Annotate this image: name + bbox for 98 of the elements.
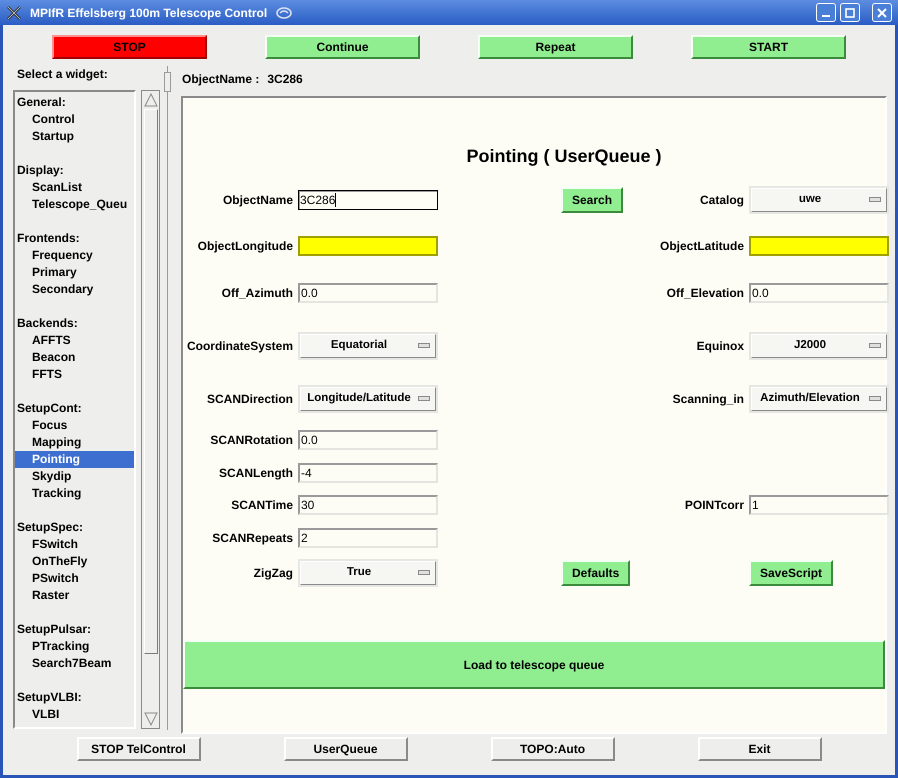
input-field[interactable] <box>749 236 889 256</box>
list-group-header: SetupCont: <box>16 400 83 417</box>
input-field[interactable]: 0.0 <box>298 282 438 302</box>
input-field[interactable]: 0.0 <box>298 430 438 450</box>
dropdown-indicator-icon <box>869 197 881 202</box>
splitter-handle[interactable] <box>164 72 171 92</box>
action-button[interactable]: Exit <box>698 737 822 761</box>
list-group-header: Display: <box>16 162 65 179</box>
field-label: CoordinateSystem <box>186 338 293 355</box>
list-item[interactable]: Startup <box>15 128 134 145</box>
list-item[interactable]: Pointing <box>15 451 134 468</box>
close-button[interactable] <box>872 3 892 22</box>
field-label: SCANTime <box>230 497 293 514</box>
sidebar-title: Select a widget: <box>17 66 109 83</box>
list-item[interactable]: Telescope_Queu <box>15 196 134 213</box>
field-label: ObjectLongitude <box>196 238 293 254</box>
action-button[interactable]: Continue <box>265 35 420 59</box>
list-item[interactable]: Secondary <box>15 281 134 298</box>
list-group-header: SetupPulsar: <box>16 621 92 638</box>
list-group-header: Backends: <box>16 315 79 332</box>
input-field[interactable]: 2 <box>298 528 438 548</box>
list-item[interactable]: FSwitch <box>15 536 134 553</box>
dropdown-indicator-icon <box>869 396 881 401</box>
list-item[interactable]: Skydip <box>15 468 134 485</box>
input-field[interactable]: 1 <box>749 495 889 515</box>
dropdown[interactable]: Longitude/Latitude <box>298 385 438 413</box>
field-label: SCANRepeats <box>211 530 293 547</box>
list-item[interactable]: VLBI <box>15 706 134 723</box>
input-field[interactable]: 3C286 <box>298 190 438 210</box>
field-label: ZigZag <box>252 565 293 582</box>
app-icon <box>6 4 22 20</box>
dropdown[interactable]: uwe <box>749 186 889 214</box>
action-button[interactable]: START <box>691 35 846 59</box>
form-button[interactable]: Search <box>561 187 624 213</box>
window-title: MPIfR Effelsberg 100m Telescope Control <box>30 4 268 22</box>
list-group-header: SetupVLBI: <box>16 689 83 706</box>
dropdown[interactable]: Equatorial <box>298 332 438 360</box>
stop-button[interactable]: STOP <box>52 35 207 59</box>
list-item[interactable]: Search7Beam <box>15 655 134 672</box>
field-label: SCANRotation <box>209 432 293 449</box>
list-item[interactable]: Mapping <box>15 434 134 451</box>
scrollbar-thumb[interactable] <box>144 109 158 654</box>
list-item[interactable]: AFFTS <box>15 332 134 349</box>
field-label: SCANDirection <box>206 391 293 408</box>
field-label: Equinox <box>696 338 744 355</box>
list-item[interactable]: PTracking <box>15 638 134 655</box>
list-item[interactable]: Frequency <box>15 247 134 264</box>
field-label: Catalog <box>698 192 744 209</box>
field-label: ObjectName <box>222 192 293 209</box>
load-button[interactable]: Load to telescope queue <box>183 640 885 689</box>
action-button[interactable]: TOPO:Auto <box>490 737 614 761</box>
list-item[interactable]: Raster <box>15 587 134 604</box>
list-group-header: General: <box>16 94 67 111</box>
minimize-icon <box>822 14 830 16</box>
list-item[interactable]: Beacon <box>15 349 134 366</box>
dropdown[interactable]: Azimuth/Elevation <box>749 385 889 413</box>
action-button[interactable]: UserQueue <box>284 737 408 761</box>
field-label: Off_Elevation <box>666 284 744 302</box>
dropdown[interactable]: True <box>298 559 438 587</box>
input-field[interactable]: 30 <box>298 495 438 515</box>
up-arrow-icon[interactable] <box>144 93 158 107</box>
action-button[interactable]: STOP TelControl <box>76 737 200 761</box>
field-label: Off_Azimuth <box>220 284 293 302</box>
list-group-header: SetupSpec: <box>16 519 84 536</box>
maximize-icon <box>845 8 855 18</box>
list-item[interactable]: Tracking <box>15 485 134 502</box>
form-title: Pointing ( UserQueue ) <box>465 145 662 168</box>
input-field[interactable] <box>298 236 438 256</box>
list-item[interactable]: OnTheFly <box>15 553 134 570</box>
list-item[interactable]: Primary <box>15 264 134 281</box>
dropdown-indicator-icon <box>418 570 430 575</box>
list-item[interactable]: Focus <box>15 417 134 434</box>
form-button[interactable]: Defaults <box>561 560 630 586</box>
field-label: Scanning_in <box>672 391 744 408</box>
scrollbar[interactable] <box>141 90 160 729</box>
form-button[interactable]: SaveScript <box>749 560 834 586</box>
field-label: POINTcorr <box>684 497 744 514</box>
minimize-button[interactable] <box>816 3 836 22</box>
list-item[interactable]: Control <box>15 111 134 128</box>
list-item[interactable]: PSwitch <box>15 570 134 587</box>
input-field[interactable]: 0.0 <box>749 282 889 302</box>
list-item[interactable]: FFTS <box>15 366 134 383</box>
action-button[interactable]: Repeat <box>478 35 633 59</box>
close-icon <box>877 8 887 18</box>
dropdown-indicator-icon <box>418 396 430 401</box>
field-label: SCANLength <box>218 465 293 482</box>
field-label: ObjectLatitude <box>658 238 744 254</box>
maximize-button[interactable] <box>840 3 860 22</box>
object-name-value: 3C286 <box>267 71 303 88</box>
input-field[interactable]: -4 <box>298 463 438 483</box>
dropdown-indicator-icon <box>418 343 430 348</box>
object-name-label: ObjectName : <box>182 71 260 88</box>
list-group-header: Frontends: <box>16 230 81 247</box>
dropdown-indicator-icon <box>869 343 881 348</box>
down-arrow-icon[interactable] <box>144 712 158 726</box>
dropdown[interactable]: J2000 <box>749 332 889 360</box>
list-item[interactable]: ScanList <box>15 179 134 196</box>
swirl-icon <box>275 4 294 20</box>
